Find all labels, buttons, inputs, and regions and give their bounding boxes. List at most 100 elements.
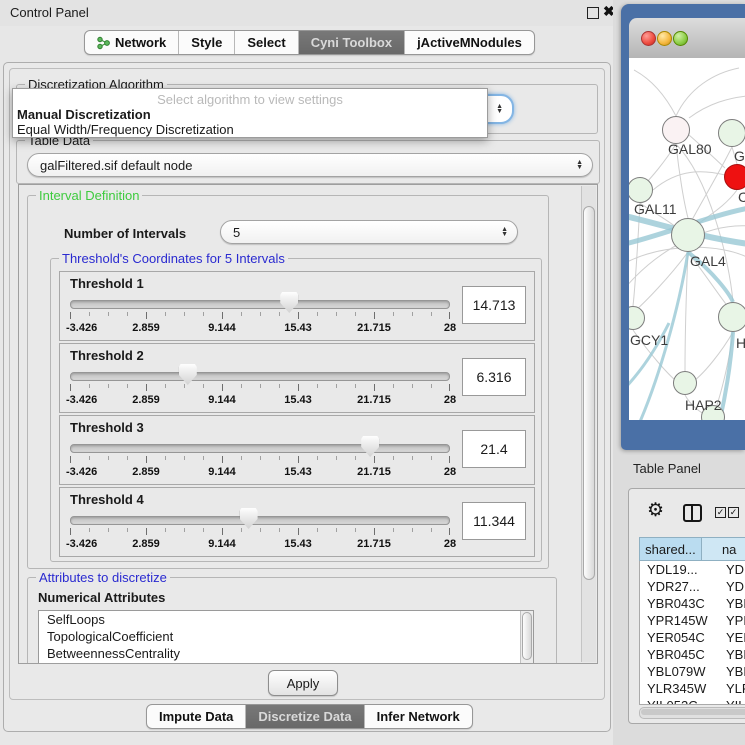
node-partial-top-right[interactable] [718, 119, 745, 147]
slider-tick-marks [70, 528, 450, 535]
scrollbar-thumb[interactable] [641, 709, 745, 715]
slider-track[interactable] [70, 444, 450, 453]
node-label-gcy1: GCY1 [630, 332, 668, 348]
tab-infer-network[interactable]: Infer Network [364, 705, 472, 728]
table-row[interactable]: YBR045CYBR0 [640, 646, 745, 663]
zoom-traffic-light[interactable] [673, 31, 688, 46]
table-data-group: Table Data galFiltered.sif default node … [16, 140, 600, 184]
tab-cyni-toolbox[interactable]: Cyni Toolbox [298, 31, 404, 54]
settings-scroll-pane: Interval Definition Number of Intervals … [18, 184, 598, 664]
stepper-icon: ▲▼ [501, 227, 508, 237]
minimize-traffic-light[interactable] [657, 31, 672, 46]
tab-style[interactable]: Style [178, 31, 234, 54]
attributes-list[interactable]: SelfLoops TopologicalCoefficient Between… [38, 610, 534, 664]
checkbox-icon[interactable]: ✓ [728, 507, 739, 518]
table-panel-title: Table Panel [633, 461, 701, 476]
list-item[interactable]: TopologicalCoefficient [39, 628, 533, 645]
network-window-titlebar[interactable] [629, 18, 745, 59]
algorithm-dropdown-popup: Select algorithm to view settings Manual… [12, 88, 488, 138]
slider-tick-marks [70, 456, 450, 463]
slider-track[interactable] [70, 300, 450, 309]
columns-icon[interactable] [683, 504, 702, 522]
list-item[interactable]: BetweennessCentrality [39, 645, 533, 662]
pane-scrollbar[interactable] [581, 186, 596, 662]
apply-button[interactable]: Apply [268, 670, 338, 696]
tab-discretize-data[interactable]: Discretize Data [245, 705, 363, 728]
table-row[interactable]: YPR145WYPR1 [640, 612, 745, 629]
slider-thumb[interactable] [179, 364, 197, 385]
table-horizontal-scrollbar[interactable] [639, 707, 745, 719]
table-body: YDL19...YDL1 YDR27...YDR2 YBR043CYBR0 YP… [639, 561, 745, 705]
num-intervals-label: Number of Intervals [64, 226, 186, 241]
table-panel: ⚙ ✓ ✓ shared... na YDL19...YDL1 YDR27...… [628, 488, 745, 724]
node-gal4[interactable] [671, 218, 705, 252]
tab-impute-data[interactable]: Impute Data [147, 705, 245, 728]
column-header-name[interactable]: na [702, 537, 745, 561]
dropdown-item-manual[interactable]: Manual Discretization [17, 107, 151, 122]
num-intervals-combo[interactable]: 5 ▲▼ [220, 220, 518, 244]
threshold-1-panel: Threshold 1 -3.426 2.859 9.144 15.43 21.… [59, 271, 535, 341]
table-row[interactable]: YDL19...YDL1 [640, 561, 745, 578]
threshold-2-panel: Threshold 2 -3.426 2.859 9.144 15.43 21.… [59, 343, 535, 413]
table-data-combo[interactable]: galFiltered.sif default node ▲▼ [27, 153, 593, 177]
slider-thumb[interactable] [280, 292, 298, 313]
dropdown-item-equal-width[interactable]: Equal Width/Frequency Discretization [17, 122, 234, 137]
column-header-shared[interactable]: shared... [639, 537, 702, 561]
scrollbar-thumb[interactable] [583, 206, 595, 580]
float-window-icon[interactable] [587, 7, 599, 19]
threshold-4-panel: Threshold 4 -3.426 2.859 9.144 15.43 21.… [59, 487, 535, 557]
table-data-combo-value: galFiltered.sif default node [40, 158, 192, 173]
node-red-selected[interactable] [724, 164, 745, 190]
node-label-partial-h: H [736, 335, 745, 351]
attributes-group: Attributes to discretize Numerical Attri… [27, 577, 557, 664]
stepper-icon: ▲▼ [576, 160, 583, 170]
slider-thumb[interactable] [361, 436, 379, 457]
threshold-4-slider[interactable]: -3.426 2.859 9.144 15.43 21.715 28 [70, 510, 450, 554]
list-item[interactable]: SelfLoops [39, 611, 533, 628]
table-header-row: shared... na [639, 537, 745, 561]
node-attribute-table: shared... na YDL19...YDL1 YDR27...YDR2 Y… [639, 537, 745, 705]
threshold-1-value[interactable]: 14.713 [462, 286, 526, 324]
threshold-2-slider[interactable]: -3.426 2.859 9.144 15.43 21.715 28 [70, 366, 450, 410]
tab-select[interactable]: Select [234, 31, 297, 54]
node-label-gal11: GAL11 [634, 201, 677, 217]
node-label-partial-ga: GA [734, 148, 745, 164]
network-canvas[interactable]: GAL80 GA C GAL11 GAL4 GCY1 H HAP2 [629, 58, 745, 420]
checkbox-icon[interactable]: ✓ [715, 507, 726, 518]
table-row[interactable]: YDR27...YDR2 [640, 578, 745, 595]
slider-tick-marks [70, 384, 450, 391]
control-panel-tabs: Network Style Select Cyni Toolbox jActiv… [84, 30, 535, 55]
interval-definition-group: Interval Definition Number of Intervals … [27, 195, 549, 569]
slider-track[interactable] [70, 372, 450, 381]
node-hap2[interactable] [673, 371, 697, 395]
tab-jactivemnodules[interactable]: jActiveMNodules [404, 31, 534, 54]
node-gal80[interactable] [662, 116, 690, 144]
table-row[interactable]: YLR345WYLR3 [640, 680, 745, 697]
tab-network[interactable]: Network [85, 31, 178, 54]
close-traffic-light[interactable] [641, 31, 656, 46]
list-scrollbar[interactable] [520, 611, 533, 663]
node-label-gal80: GAL80 [668, 141, 712, 157]
table-row[interactable]: YBL079WYBL0 [640, 663, 745, 680]
slider-track[interactable] [70, 516, 450, 525]
threshold-2-value[interactable]: 6.316 [462, 358, 526, 396]
screen: Control Panel ✖ Network Style Select [0, 0, 745, 745]
network-icon [97, 36, 110, 50]
slider-tick-marks [70, 312, 450, 319]
threshold-3-slider[interactable]: -3.426 2.859 9.144 15.43 21.715 28 [70, 438, 450, 482]
thresholds-group: Threshold's Coordinates for 5 Intervals … [50, 258, 542, 562]
network-view-window: GAL80 GA C GAL11 GAL4 GCY1 H HAP2 [621, 4, 745, 450]
threshold-1-slider[interactable]: -3.426 2.859 9.144 15.43 21.715 28 [70, 294, 450, 338]
table-row[interactable]: YBR043CYBR0 [640, 595, 745, 612]
scrollbar-thumb[interactable] [522, 612, 532, 660]
threshold-4-value[interactable]: 11.344 [462, 502, 526, 540]
threshold-3-value[interactable]: 21.4 [462, 430, 526, 468]
node-h[interactable] [718, 302, 745, 332]
slider-thumb[interactable] [240, 508, 258, 529]
table-row[interactable]: YER054CYER0 [640, 629, 745, 646]
cyni-mode-tabs: Impute Data Discretize Data Infer Networ… [146, 704, 473, 729]
control-panel-titlebar: Control Panel ✖ [0, 0, 613, 26]
gear-icon[interactable]: ⚙ [647, 499, 664, 522]
table-row[interactable]: YIL052CYIL0 [640, 697, 745, 705]
dropdown-placeholder: Select algorithm to view settings [13, 92, 487, 107]
